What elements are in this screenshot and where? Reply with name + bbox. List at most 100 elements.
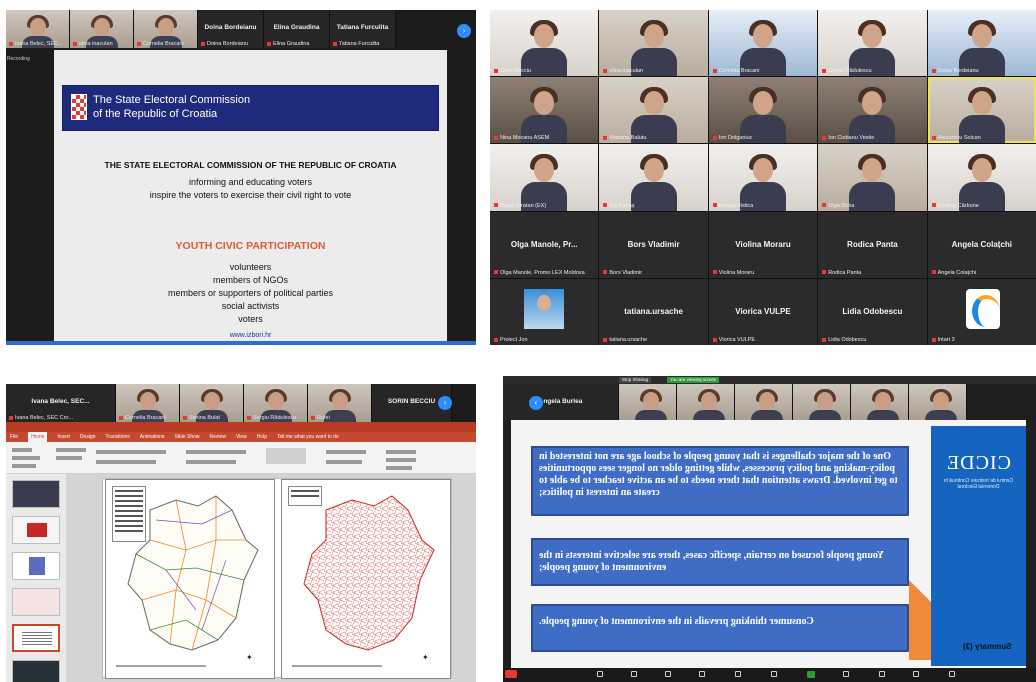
participant-tile[interactable] <box>735 384 793 420</box>
participant-tile[interactable]: Ina Patraș <box>599 144 708 211</box>
participant-tile[interactable] <box>677 384 735 420</box>
participant-display-name: Olga Manole, Pr... <box>510 239 578 249</box>
slide-text: informing and educating voters <box>188 177 313 187</box>
participant-tile[interactable]: Sergiu Rădulescu <box>244 384 308 422</box>
participant-tile[interactable]: Doina Bordeianu <box>927 10 1036 77</box>
tab-home[interactable]: Home <box>28 432 48 442</box>
chevron-right-icon[interactable]: › <box>438 396 452 410</box>
chat-icon[interactable] <box>735 671 741 677</box>
participant-tile[interactable]: Angela Burlea <box>503 384 619 420</box>
participant-tile[interactable]: Viorica VULPE Viorica VULPE <box>708 278 818 345</box>
shared-slide: The State Electoral Commission of the Re… <box>54 50 447 345</box>
participant-tile[interactable] <box>909 384 967 420</box>
participant-tile[interactable]: elina inaculan <box>599 10 708 77</box>
participant-name: Sergiu Rădulescu <box>822 68 871 74</box>
participant-display-name: Rodica Panta <box>847 239 898 249</box>
slide-text: Young people focused on certain, specifi… <box>539 550 884 573</box>
participant-tile[interactable]: Doina Bordeianu Doina Bordeianu <box>198 10 264 48</box>
polls-icon[interactable] <box>771 671 777 677</box>
participant-tile[interactable]: Violina Moraru Violina Moraru <box>708 211 818 278</box>
participant-tile[interactable]: Cristina Cărbune <box>927 144 1036 211</box>
slide-thumbnail[interactable] <box>12 552 60 580</box>
recording-label: Recording <box>7 56 30 62</box>
slide-thumbnail[interactable] <box>12 588 60 616</box>
participant-tile[interactable]: Diana Stratan (EX) <box>490 144 599 211</box>
participant-name: Intart 3 <box>932 337 955 343</box>
slide-thumbnail[interactable] <box>12 480 60 508</box>
participant-name: Tatiana Furculita <box>333 41 379 47</box>
meeting-controls-bar <box>503 668 1036 682</box>
participant-tile[interactable]: Mariana Balutu <box>599 77 708 144</box>
participant-tile[interactable] <box>619 384 677 420</box>
participant-name: Proiect Jon <box>494 337 528 343</box>
participant-tile[interactable]: Ivana Belec, SEC... Ivana Belec, SEC Cro.… <box>6 384 116 422</box>
tell-me-search[interactable]: Tell me what you want to do <box>277 432 339 442</box>
organization-logo-icon <box>965 288 1000 329</box>
tab-slide-show[interactable]: Slide Show <box>175 432 200 442</box>
slide-thumbnail[interactable] <box>12 660 60 682</box>
participant-name: Ivana Belec, SEC Cro... <box>9 415 73 421</box>
tab-animations[interactable]: Animations <box>140 432 165 442</box>
record-icon[interactable] <box>843 671 849 677</box>
participant-tile[interactable]: Cornelia Bracani <box>116 384 180 422</box>
more-icon[interactable] <box>949 671 955 677</box>
slide-thumbnail-selected[interactable] <box>12 624 60 652</box>
participant-tile[interactable]: Natalia Fistica <box>708 144 818 211</box>
participant-tile[interactable]: Olga Doba <box>818 144 927 211</box>
participants-icon[interactable] <box>699 671 705 677</box>
participant-tile[interactable]: Rufei <box>308 384 372 422</box>
participant-tile[interactable]: elina inaculan <box>70 10 134 48</box>
tab-design[interactable]: Design <box>80 432 96 442</box>
participant-tile[interactable]: Ion Ciobanu Vestie <box>818 77 927 144</box>
mic-icon[interactable] <box>597 671 603 677</box>
participant-name: Sorin Becciu <box>494 68 531 74</box>
slide-section-title: YOUTH CIVIC PARTICIPATION <box>175 240 326 252</box>
participant-tile[interactable]: Nina Mocanu ASEM <box>490 77 599 144</box>
participant-tile[interactable]: Rodica Panta Rodica Panta <box>818 211 927 278</box>
video-icon[interactable] <box>631 671 637 677</box>
chevron-left-icon[interactable]: ‹ <box>529 396 543 410</box>
tab-review[interactable]: Review <box>210 432 226 442</box>
participant-tile[interactable]: Tatiana Furculita Tatiana Furculita <box>330 10 396 48</box>
participant-name: Mariana Balutu <box>603 135 646 141</box>
participant-tile[interactable]: Intart 3 <box>927 278 1036 345</box>
map-legend <box>112 486 146 542</box>
ribbon-toolbar <box>6 442 476 474</box>
stop-sharing-button[interactable]: Stop Sharing <box>619 377 652 383</box>
reactions-icon[interactable] <box>879 671 885 677</box>
participant-tile-active-speaker[interactable]: Alexandru Solcan <box>927 77 1036 144</box>
tab-insert[interactable]: Insert <box>57 432 70 442</box>
participant-tile[interactable]: Sergiu Rădulescu <box>818 10 927 77</box>
participant-name: Ion Ciobanu Vestie <box>822 135 874 141</box>
participant-name: Ion Dolganiuc <box>713 135 753 141</box>
croatia-crest-icon <box>71 94 87 120</box>
participant-tile[interactable]: Simina Bulat <box>180 384 244 422</box>
participant-tile[interactable]: tatiana.ursache tatiana.ursache <box>599 278 708 345</box>
participant-tile[interactable] <box>851 384 909 420</box>
participant-display-name: Violina Moraru <box>735 239 791 249</box>
slide-thumbnail[interactable] <box>12 516 60 544</box>
participant-tile[interactable]: Olga Manole, Pr... Olga Manole, Promo LEX… <box>490 211 599 278</box>
slide-text-box: Consumer thinking prevails in the enviro… <box>531 604 909 652</box>
participant-tile[interactable]: Sorin Becciu <box>490 10 599 77</box>
participant-tile[interactable]: Cornelia Bracani <box>134 10 198 48</box>
participant-tile[interactable]: Ion Dolganiuc <box>708 77 818 144</box>
end-meeting-button[interactable] <box>505 670 517 678</box>
apps-icon[interactable] <box>913 671 919 677</box>
share-screen-icon[interactable] <box>807 671 815 678</box>
participant-tile[interactable]: Bors Vladimir Bors Vladimir <box>599 211 708 278</box>
participant-name: Bors Vladimir <box>603 270 642 276</box>
participant-tile[interactable]: Angela Colațchi Angela Colațchi <box>927 211 1036 278</box>
tab-transitions[interactable]: Transitions <box>106 432 130 442</box>
participant-tile[interactable]: Elina Graudina Elina Graudina <box>264 10 330 48</box>
security-icon[interactable] <box>665 671 671 677</box>
participant-tile[interactable]: Proiect Jon <box>490 278 599 345</box>
participant-tile[interactable]: Cornelia Bracani <box>708 10 818 77</box>
tab-view[interactable]: View <box>236 432 247 442</box>
chevron-right-icon[interactable]: › <box>457 24 471 38</box>
participant-tile[interactable]: Ivana Belec, SEC... <box>6 10 70 48</box>
participant-tile[interactable] <box>793 384 851 420</box>
participant-tile[interactable]: Lidia Odobescu Lidia Odobescu <box>818 278 927 345</box>
tab-file[interactable]: File <box>10 432 18 442</box>
tab-help[interactable]: Help <box>257 432 267 442</box>
